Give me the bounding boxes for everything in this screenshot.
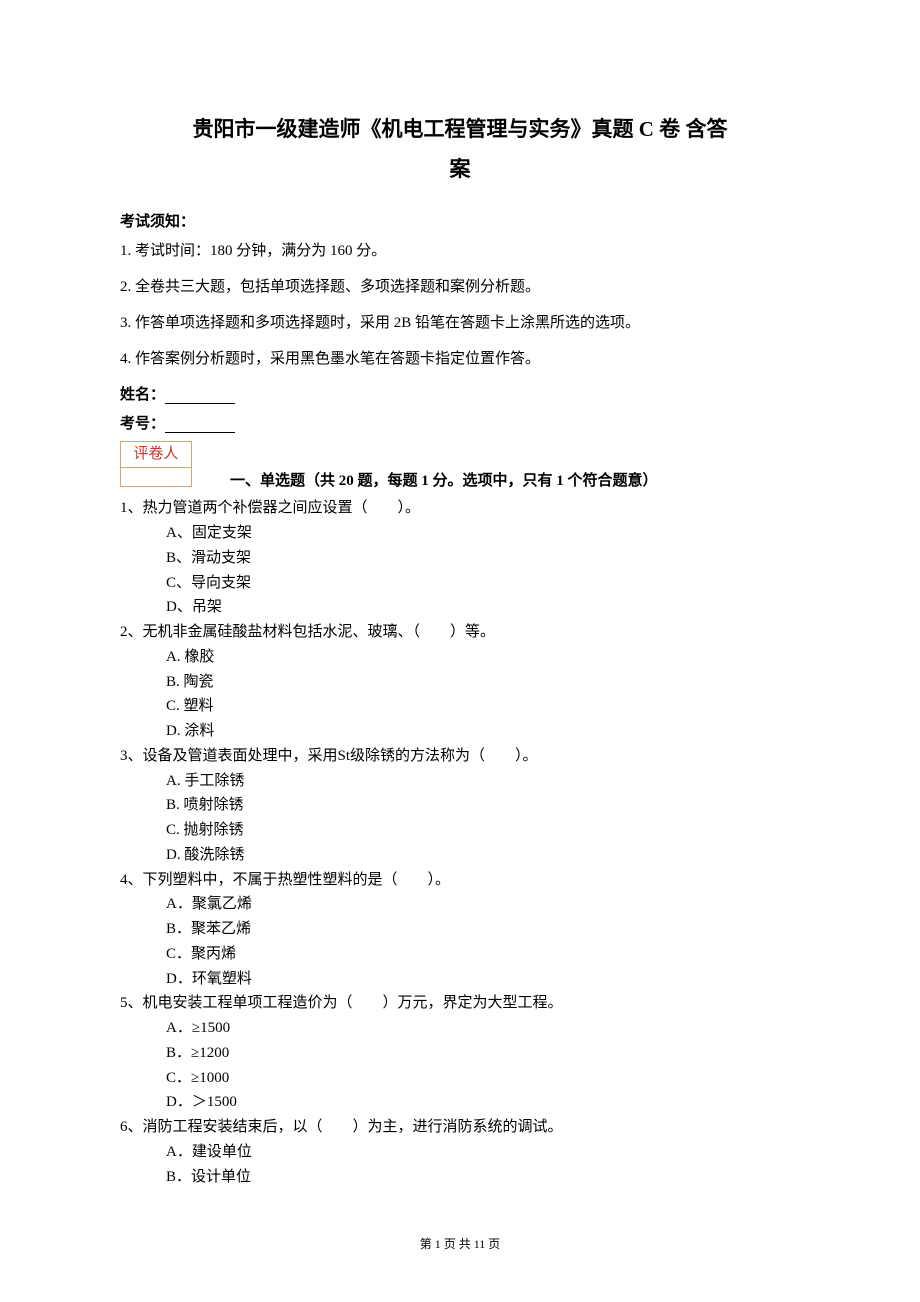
question-3-option-c: C. 抛射除锈 bbox=[166, 818, 800, 843]
title-line-1: 贵阳市一级建造师《机电工程管理与实务》真题 C 卷 含答 bbox=[120, 110, 800, 150]
question-1: 1、热力管道两个补偿器之间应设置（ ）。 A、固定支架 B、滑动支架 C、导向支… bbox=[120, 496, 800, 620]
section-1-header: 一、单选题（共 20 题，每题 1 分。选项中，只有 1 个符合题意） bbox=[230, 469, 800, 490]
question-5-option-d: D．＞1500 bbox=[166, 1090, 800, 1115]
exam-no-field: 考号： bbox=[120, 412, 800, 433]
question-4-option-a: A．聚氯乙烯 bbox=[166, 892, 800, 917]
question-1-option-b: B、滑动支架 bbox=[166, 546, 800, 571]
question-2-text: 2、无机非金属硅酸盐材料包括水泥、玻璃、（ ）等。 bbox=[120, 620, 800, 645]
question-4-option-b: B．聚苯乙烯 bbox=[166, 917, 800, 942]
question-5-option-b: B．≥1200 bbox=[166, 1041, 800, 1066]
exam-no-input-line[interactable] bbox=[165, 432, 235, 433]
question-6-text: 6、消防工程安装结束后，以（ ）为主，进行消防系统的调试。 bbox=[120, 1115, 800, 1140]
question-2: 2、无机非金属硅酸盐材料包括水泥、玻璃、（ ）等。 A. 橡胶 B. 陶瓷 C.… bbox=[120, 620, 800, 744]
notice-item-4: 4. 作答案例分析题时，采用黑色墨水笔在答题卡指定位置作答。 bbox=[120, 347, 800, 371]
question-4-text: 4、下列塑料中，不属于热塑性塑料的是（ ）。 bbox=[120, 868, 800, 893]
notice-item-1: 1. 考试时间：180 分钟，满分为 160 分。 bbox=[120, 239, 800, 263]
question-2-option-d: D. 涂料 bbox=[166, 719, 800, 744]
question-5-option-a: A．≥1500 bbox=[166, 1016, 800, 1041]
name-input-line[interactable] bbox=[165, 403, 235, 404]
grader-label: 评卷人 bbox=[121, 442, 191, 469]
grader-box-empty bbox=[121, 468, 191, 486]
question-2-option-b: B. 陶瓷 bbox=[166, 670, 800, 695]
notice-item-2: 2. 全卷共三大题，包括单项选择题、多项选择题和案例分析题。 bbox=[120, 275, 800, 299]
question-1-option-a: A、固定支架 bbox=[166, 521, 800, 546]
question-2-option-c: C. 塑料 bbox=[166, 694, 800, 719]
question-6: 6、消防工程安装结束后，以（ ）为主，进行消防系统的调试。 A．建设单位 B．设… bbox=[120, 1115, 800, 1189]
question-3-option-d: D. 酸洗除锈 bbox=[166, 843, 800, 868]
question-3-option-b: B. 喷射除锈 bbox=[166, 793, 800, 818]
question-1-option-c: C、导向支架 bbox=[166, 571, 800, 596]
question-4-option-c: C．聚丙烯 bbox=[166, 942, 800, 967]
question-5-text: 5、机电安装工程单项工程造价为（ ）万元，界定为大型工程。 bbox=[120, 991, 800, 1016]
question-4-option-d: D．环氧塑料 bbox=[166, 967, 800, 992]
notice-heading: 考试须知： bbox=[120, 210, 800, 231]
question-6-option-b: B．设计单位 bbox=[166, 1165, 800, 1190]
grader-box: 评卷人 bbox=[120, 441, 192, 488]
notice-item-3: 3. 作答单项选择题和多项选择题时，采用 2B 铅笔在答题卡上涂黑所选的选项。 bbox=[120, 311, 800, 335]
question-4: 4、下列塑料中，不属于热塑性塑料的是（ ）。 A．聚氯乙烯 B．聚苯乙烯 C．聚… bbox=[120, 868, 800, 992]
question-6-option-a: A．建设单位 bbox=[166, 1140, 800, 1165]
question-2-option-a: A. 橡胶 bbox=[166, 645, 800, 670]
question-3-text: 3、设备及管道表面处理中，采用St级除锈的方法称为（ ）。 bbox=[120, 744, 800, 769]
question-5-option-c: C．≥1000 bbox=[166, 1066, 800, 1091]
question-5: 5、机电安装工程单项工程造价为（ ）万元，界定为大型工程。 A．≥1500 B．… bbox=[120, 991, 800, 1115]
title-line-2: 案 bbox=[120, 150, 800, 190]
name-field: 姓名： bbox=[120, 383, 800, 404]
exam-no-label: 考号： bbox=[120, 416, 165, 432]
document-title: 贵阳市一级建造师《机电工程管理与实务》真题 C 卷 含答 案 bbox=[120, 110, 800, 190]
question-1-text: 1、热力管道两个补偿器之间应设置（ ）。 bbox=[120, 496, 800, 521]
question-1-option-d: D、吊架 bbox=[166, 595, 800, 620]
page-footer: 第 1 页 共 11 页 bbox=[0, 1235, 920, 1252]
question-3-option-a: A. 手工除锈 bbox=[166, 769, 800, 794]
question-3: 3、设备及管道表面处理中，采用St级除锈的方法称为（ ）。 A. 手工除锈 B.… bbox=[120, 744, 800, 868]
name-label: 姓名： bbox=[120, 387, 165, 403]
